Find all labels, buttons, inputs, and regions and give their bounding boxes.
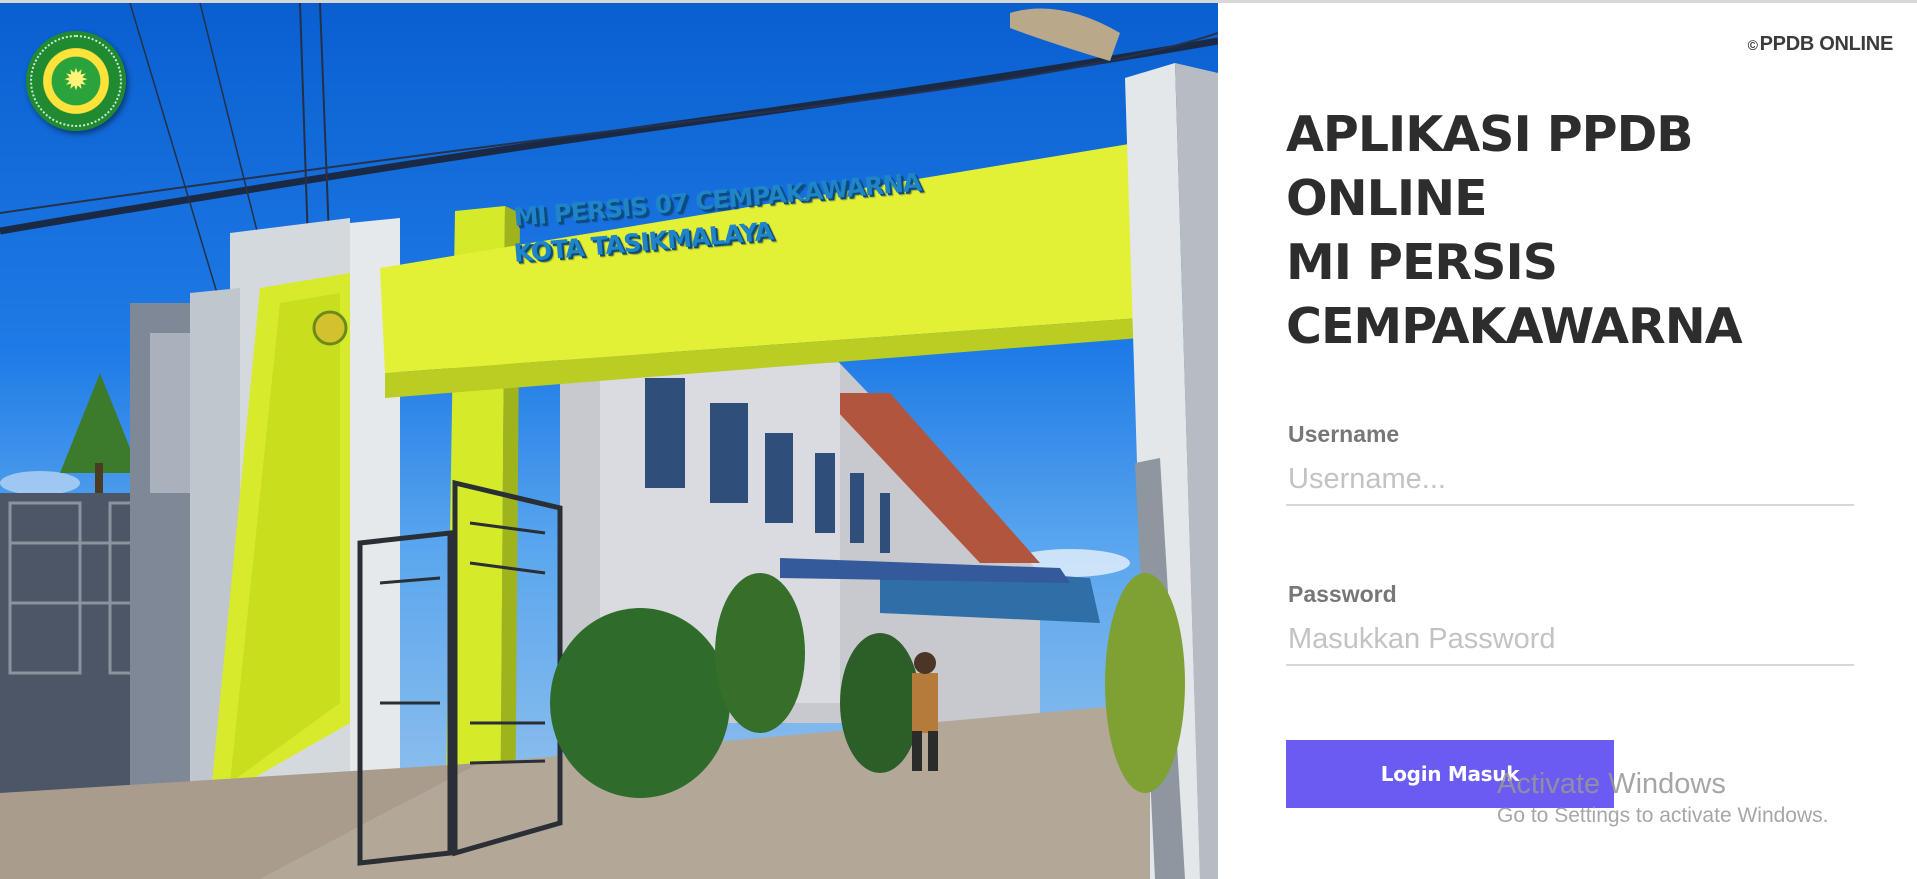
password-input[interactable] xyxy=(1286,614,1854,666)
login-button[interactable]: Login Masuk xyxy=(1286,740,1614,808)
school-gate-illustration xyxy=(0,3,1218,879)
username-group: Username xyxy=(1286,421,1854,506)
copyright-notice: © PPDB ONLINE xyxy=(1747,33,1894,56)
password-group: Password xyxy=(1286,581,1854,666)
school-gate-photo: MI PERSIS 07 CEMPAKAWARNA KOTA TASIKMALA… xyxy=(0,3,1218,879)
school-logo-icon: ✹ xyxy=(26,31,126,131)
logo-star-icon: ✹ xyxy=(63,63,89,97)
title-line-1: APLIKASI PPDB xyxy=(1286,106,1694,163)
title-line-4: CEMPAKAWARNA xyxy=(1286,298,1743,355)
title-line-2: ONLINE xyxy=(1286,170,1488,227)
title-line-3: MI PERSIS xyxy=(1286,234,1558,291)
username-input[interactable] xyxy=(1286,454,1854,506)
copyright-text: PPDB ONLINE xyxy=(1759,33,1894,55)
password-label: Password xyxy=(1288,581,1397,607)
username-label: Username xyxy=(1288,421,1400,447)
login-panel: © PPDB ONLINE APLIKASI PPDB ONLINE MI PER… xyxy=(1218,3,1917,879)
page-title: APLIKASI PPDB ONLINE MI PERSIS CEMPAKAWA… xyxy=(1286,103,1846,359)
copyright-symbol: © xyxy=(1747,37,1758,53)
